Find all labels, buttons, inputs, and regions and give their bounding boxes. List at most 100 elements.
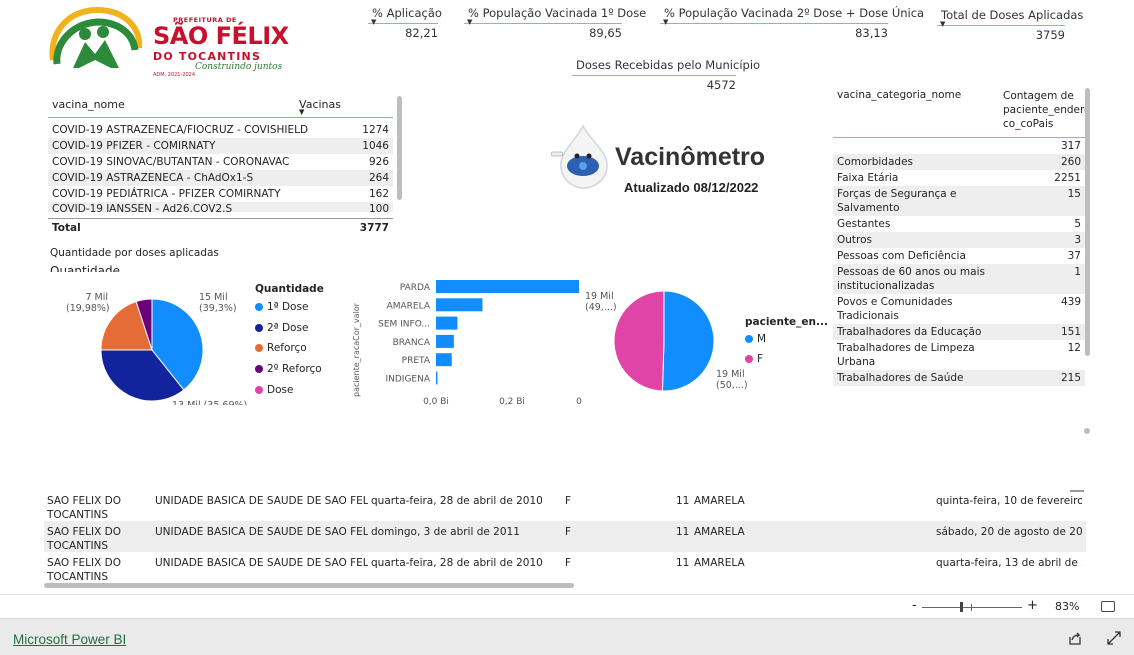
x-tick-label: 0,0 Bi	[423, 397, 449, 407]
kpi-title: % População Vacinada 2º Dose + Dose Únic…	[664, 6, 925, 20]
y-axis-label: paciente_racaCor_valor	[352, 302, 361, 397]
sort-down-icon: ▼	[371, 18, 377, 26]
legend-item[interactable]: 2º Reforço	[255, 363, 322, 375]
table-row[interactable]: COVID-19 SINOVAC/BUTANTAN - CORONAVAC 926	[48, 154, 393, 170]
table-row[interactable]: COVID-19 JANSSEN - Ad26.COV2.S 100	[48, 202, 393, 212]
zoom-level: 83%	[1055, 600, 1080, 613]
bar-category-label: BRANCA	[393, 338, 431, 348]
zoom-slider-track[interactable]	[922, 607, 1022, 608]
sex-pie-slice[interactable]	[661, 290, 715, 392]
kpi-value: 89,65	[589, 26, 622, 40]
table-row[interactable]: SAO FELIX DO TOCANTINS UNIDADE BASICA DE…	[44, 521, 1086, 552]
bar-category-label: INDIGENA	[385, 375, 430, 385]
legend-title: Quantidade	[255, 283, 324, 295]
legend-item[interactable]: 1ª Dose	[255, 301, 308, 313]
kpi-value: 83,13	[855, 26, 888, 40]
bar-category-label: AMARELA	[387, 301, 431, 311]
sex-pie-slice[interactable]	[613, 290, 665, 392]
column-header[interactable]: Vacinas ▼	[299, 96, 393, 117]
table-row[interactable]: SAO FELIX DO TOCANTINS UNIDADE BASICA DE…	[44, 490, 1086, 521]
table-row[interactable]: COVID-19 PFIZER - COMIRNATY 1046	[48, 138, 393, 154]
table-row[interactable]: COVID-19 PEDIÁTRICA - PFIZER COMIRNATY 16…	[48, 186, 393, 202]
scroll-indicator	[1070, 490, 1084, 492]
legend-item[interactable]: Reforço	[255, 342, 307, 354]
fit-to-page-icon[interactable]	[1101, 601, 1115, 612]
page-title: Vacinômetro	[615, 143, 766, 171]
horizontal-scrollbar[interactable]	[44, 583, 574, 588]
table-row[interactable]: Trabalhadores da Educação 151	[833, 324, 1085, 340]
table-row[interactable]: Pessoas com Deficiência 37	[833, 248, 1085, 264]
updated-date: Atualizado 08/12/2022	[624, 180, 759, 195]
scrollbar[interactable]	[397, 96, 402, 200]
table-total-row: Total 3777	[48, 218, 393, 236]
sex-pie-chart[interactable]	[610, 288, 720, 398]
power-bi-link[interactable]: Microsoft Power BI	[13, 632, 126, 647]
sort-down-icon: ▼	[467, 18, 473, 26]
table-row[interactable]: Outros 3	[833, 232, 1085, 248]
kpi-populacao-1-dose[interactable]: % População Vacinada 1º Dose ▼ 89,65	[464, 6, 647, 40]
vacinas-table[interactable]: vacina_nome Vacinas ▼ COVID-19 ASTRAZENEC…	[48, 96, 393, 236]
pie-data-label: 7 Mil (19,98%)	[66, 292, 110, 314]
pie-data-label: 15 Mil (39,3%)	[199, 292, 237, 314]
legend-dot-icon	[255, 344, 263, 353]
table-row[interactable]: COVID-19 ASTRAZENECA/FIOCRUZ - COVISHIEL…	[48, 122, 393, 138]
table-row[interactable]: SAO FELIX DO TOCANTINS UNIDADE BASICA DE…	[44, 552, 1086, 583]
legend-dot-icon	[255, 365, 263, 374]
kpi-title: % População Vacinada 1º Dose	[468, 6, 647, 20]
table-row[interactable]: COVID-19 ASTRAZENECA - ChAdOx1-S 264	[48, 170, 393, 186]
share-icon[interactable]	[1067, 630, 1083, 646]
vaccine-drop-mascot-icon	[551, 124, 608, 189]
records-table[interactable]: SAO FELIX DO TOCANTINS UNIDADE BASICA DE…	[44, 490, 1086, 583]
table-row[interactable]: Comorbidades 260	[833, 154, 1085, 170]
kpi-value: 4572	[706, 78, 736, 92]
doses-pie-chart[interactable]	[96, 294, 210, 404]
table-row[interactable]: Trabalhadores de Limpeza Urbana 12	[833, 340, 1085, 370]
scroll-dot[interactable]	[1084, 428, 1090, 434]
bar[interactable]	[436, 298, 483, 312]
footer: Microsoft Power BI	[0, 618, 1134, 655]
fullscreen-icon[interactable]	[1106, 630, 1122, 646]
legend-item[interactable]: Dose	[255, 384, 293, 396]
kpi-aplicacao[interactable]: % Aplicação ▼ 82,21	[368, 6, 442, 40]
x-tick-label: 0,2 Bi	[499, 397, 525, 407]
x-tick-label: 0	[576, 397, 582, 407]
table-row[interactable]: Gestantes 5	[833, 216, 1085, 232]
table-row[interactable]: Povos e Comunidades Tradicionais 439	[833, 294, 1085, 324]
column-header[interactable]: vacina_nome	[48, 96, 129, 117]
kpi-value: 82,21	[405, 26, 438, 40]
pie-data-label: 19 Mil (49,...)	[585, 291, 617, 313]
legend-item-f[interactable]: F	[745, 353, 763, 365]
scrollbar[interactable]	[1085, 88, 1090, 356]
bar[interactable]	[436, 334, 454, 348]
logo-line5: ADM. 2021-2024	[153, 72, 196, 78]
kpi-title: Total de Doses Aplicadas	[941, 8, 1084, 22]
categoria-table[interactable]: vacina_categoria_nome Contagem de pacien…	[833, 86, 1091, 386]
table-row[interactable]: Trabalhadores de Saúde 215	[833, 370, 1085, 386]
pie-section-title: Quantidade por doses aplicadas	[50, 247, 219, 259]
kpi-populacao-2-dose[interactable]: % População Vacinada 2º Dose + Dose Únic…	[660, 6, 925, 40]
bar[interactable]	[436, 280, 579, 293]
bar[interactable]	[436, 316, 458, 330]
table-row[interactable]: Faixa Etária 2251	[833, 170, 1085, 186]
zoom-slider-thumb[interactable]	[960, 602, 963, 612]
column-header[interactable]: vacina_categoria_nome	[837, 89, 995, 134]
table-row[interactable]: Forças de Segurança e Salvamento 15	[833, 186, 1085, 216]
zoom-out-button[interactable]: -	[912, 598, 917, 613]
column-header[interactable]: Contagem de paciente_endere co_coPais	[1003, 89, 1091, 134]
sort-down-icon: ▼	[940, 20, 946, 28]
bar[interactable]	[436, 371, 438, 385]
kpi-doses-recebidas[interactable]: Doses Recebidas pelo Município 4572	[572, 58, 760, 92]
bar[interactable]	[436, 353, 452, 367]
table-row[interactable]: Pessoas de 60 anos ou mais institucional…	[833, 264, 1085, 294]
race-bar-chart[interactable]: paciente_racaCor_valor PARDA AMARELA SEM IN…	[350, 272, 582, 408]
kpi-total-doses[interactable]: Total de Doses Aplicadas ▼ 3759	[937, 8, 1084, 42]
legend-dot-icon	[255, 303, 263, 311]
table-header: vacina_categoria_nome Contagem de pacien…	[833, 86, 1091, 138]
legend-dot-icon	[745, 335, 753, 343]
zoom-in-button[interactable]: +	[1027, 598, 1038, 613]
legend-item-m[interactable]: M	[745, 333, 766, 345]
legend-item[interactable]: 2ª Dose	[255, 322, 308, 334]
legend-dot-icon	[255, 323, 263, 332]
table-row[interactable]: 317	[833, 138, 1085, 154]
logo-line4: Construindo juntos	[195, 62, 283, 72]
